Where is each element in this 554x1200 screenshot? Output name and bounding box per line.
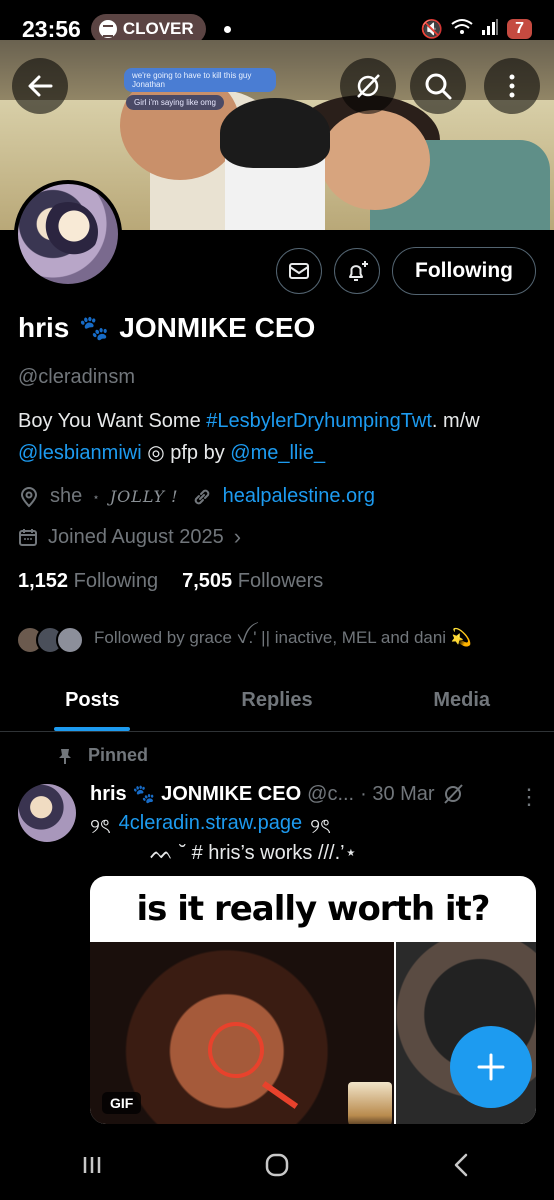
mini-avatar: [56, 625, 84, 654]
followers-label: Followers: [237, 570, 324, 592]
profile-meta-location: she ⋆ JOLLY ! healpalestine.org: [18, 485, 375, 508]
chevron-right-icon: ›: [233, 524, 242, 549]
status-time: 23:56: [22, 15, 81, 42]
notification-dot: [223, 25, 231, 33]
post-deco-left: ୨ৎ: [90, 816, 111, 838]
post-author-name[interactable]: hris: [90, 783, 127, 806]
red-circle-annotation: [208, 1022, 264, 1078]
red-arrow-annotation: [261, 1081, 299, 1109]
battery-indicator: 7: [507, 19, 532, 39]
bio-mention-me-llie[interactable]: @me_llie_: [230, 442, 325, 464]
profile-joined[interactable]: Joined August 2025 ›: [18, 524, 241, 550]
grok-icon: [357, 74, 380, 98]
bio-prefix: Boy You Want Some: [18, 410, 207, 432]
android-nav-bar: [0, 1130, 554, 1200]
following-label: Following: [73, 570, 159, 592]
pinned-text: Pinned: [88, 745, 149, 765]
more-options-button[interactable]: [484, 58, 540, 114]
back-arrow-icon: [28, 75, 53, 97]
following-button[interactable]: Following: [392, 247, 536, 295]
bio-hashtag-link[interactable]: #LesbylerDryhumpingTwt: [206, 410, 432, 432]
profile-handle: @cleradinsm: [18, 366, 136, 388]
tab-posts[interactable]: Posts: [0, 670, 185, 731]
more-vertical-icon: [509, 74, 515, 98]
spotify-pill-label: CLOVER: [122, 19, 194, 38]
star-separator-icon: ⋆: [92, 489, 100, 504]
bio-pfp-text: ◎ pfp by: [141, 442, 231, 464]
spotify-icon: [98, 20, 117, 38]
followed-by-row[interactable]: Followed by grace ꪜ.' || inactive, MEL a…: [16, 622, 472, 657]
banner-cartoon-hair: [220, 98, 330, 168]
link-icon: [194, 489, 209, 504]
followed-by-avatars: [16, 625, 84, 654]
banner-chat-bubble-bottom: Girl i'm saying like omg: [126, 95, 224, 110]
grok-button[interactable]: [340, 58, 396, 114]
post-author-handle: @c...: [307, 782, 355, 805]
followers-count: 7,505: [182, 570, 233, 592]
profile-pronoun: she: [50, 485, 83, 507]
mute-icon: 🔇: [420, 18, 444, 39]
tab-media[interactable]: Media: [369, 670, 554, 731]
location-pin-icon: [20, 486, 38, 507]
following-stat[interactable]: 1,152 Following: [18, 570, 158, 593]
bell-plus-icon: [349, 261, 368, 281]
paw-emoji-icon: 🐾: [79, 314, 110, 342]
profile-joined-text: Joined August 2025: [48, 525, 224, 548]
banner-chat-bubble-top: we're going to have to kill this guy Jon…: [124, 68, 276, 92]
profile-website-link[interactable]: healpalestine.org: [223, 485, 375, 508]
bio-mid: . m/w: [431, 410, 480, 432]
calendar-icon: [19, 529, 37, 546]
compose-button[interactable]: [450, 1026, 532, 1108]
following-count: 1,152: [18, 570, 69, 592]
message-button[interactable]: [276, 248, 322, 294]
profile-avatar[interactable]: [14, 180, 122, 288]
home-icon[interactable]: [263, 1151, 291, 1179]
search-icon: [425, 73, 452, 100]
pin-icon: [59, 748, 71, 764]
paw-emoji-icon: 🐾: [132, 783, 156, 804]
profile-tabs: Posts Replies Media: [0, 670, 554, 732]
envelope-icon: [289, 263, 309, 279]
recent-apps-icon[interactable]: [78, 1151, 106, 1179]
bio-mention-lesbianmiwi[interactable]: @lesbianmiwi: [18, 442, 142, 464]
profile-name-right: JONMIKE CEO: [119, 312, 316, 343]
post-text-line2: ᨓ ˘ # hris’s works ///.’⋆: [150, 842, 358, 864]
back-nav-icon[interactable]: [448, 1151, 476, 1179]
profile-name-left: hris: [18, 312, 70, 343]
wifi-icon: [451, 18, 473, 41]
tab-replies[interactable]: Replies: [185, 670, 370, 731]
pinned-label: Pinned: [56, 745, 148, 766]
post-author-avatar[interactable]: [18, 784, 76, 842]
boba-tea-image: [348, 1082, 392, 1124]
signal-icon: [481, 18, 499, 41]
post-date: · 30 Mar: [360, 782, 435, 805]
back-button[interactable]: [12, 58, 68, 114]
gif-badge: GIF: [102, 1092, 142, 1114]
profile-display-name: hris 🐾 JONMIKE CEO: [18, 312, 315, 344]
banner-person-right-head: [320, 110, 430, 210]
profile-bio: Boy You Want Some #LesbylerDryhumpingTwt…: [18, 405, 538, 469]
profile-stats: 1,152 Following 7,505 Followers: [18, 570, 323, 593]
post-author-name-rest[interactable]: JONMIKE CEO: [161, 783, 301, 806]
followed-by-text: Followed by grace ꪜ.' || inactive, MEL a…: [94, 628, 472, 647]
post-more-icon[interactable]: ⋮: [518, 784, 540, 810]
avatar-artwork: [38, 202, 98, 262]
status-icons: 🔇 7: [421, 18, 532, 41]
profile-jolly-text: JOLLY !: [109, 487, 179, 506]
search-button[interactable]: [410, 58, 466, 114]
plus-icon: [477, 1053, 505, 1081]
notifications-button[interactable]: [334, 248, 380, 294]
media-caption: is it really worth it?: [136, 889, 490, 929]
grok-icon[interactable]: [441, 782, 465, 806]
post-header: hris 🐾 JONMIKE CEO @c... · 30 Mar: [90, 782, 465, 806]
followers-stat[interactable]: 7,505 Followers: [182, 570, 323, 593]
